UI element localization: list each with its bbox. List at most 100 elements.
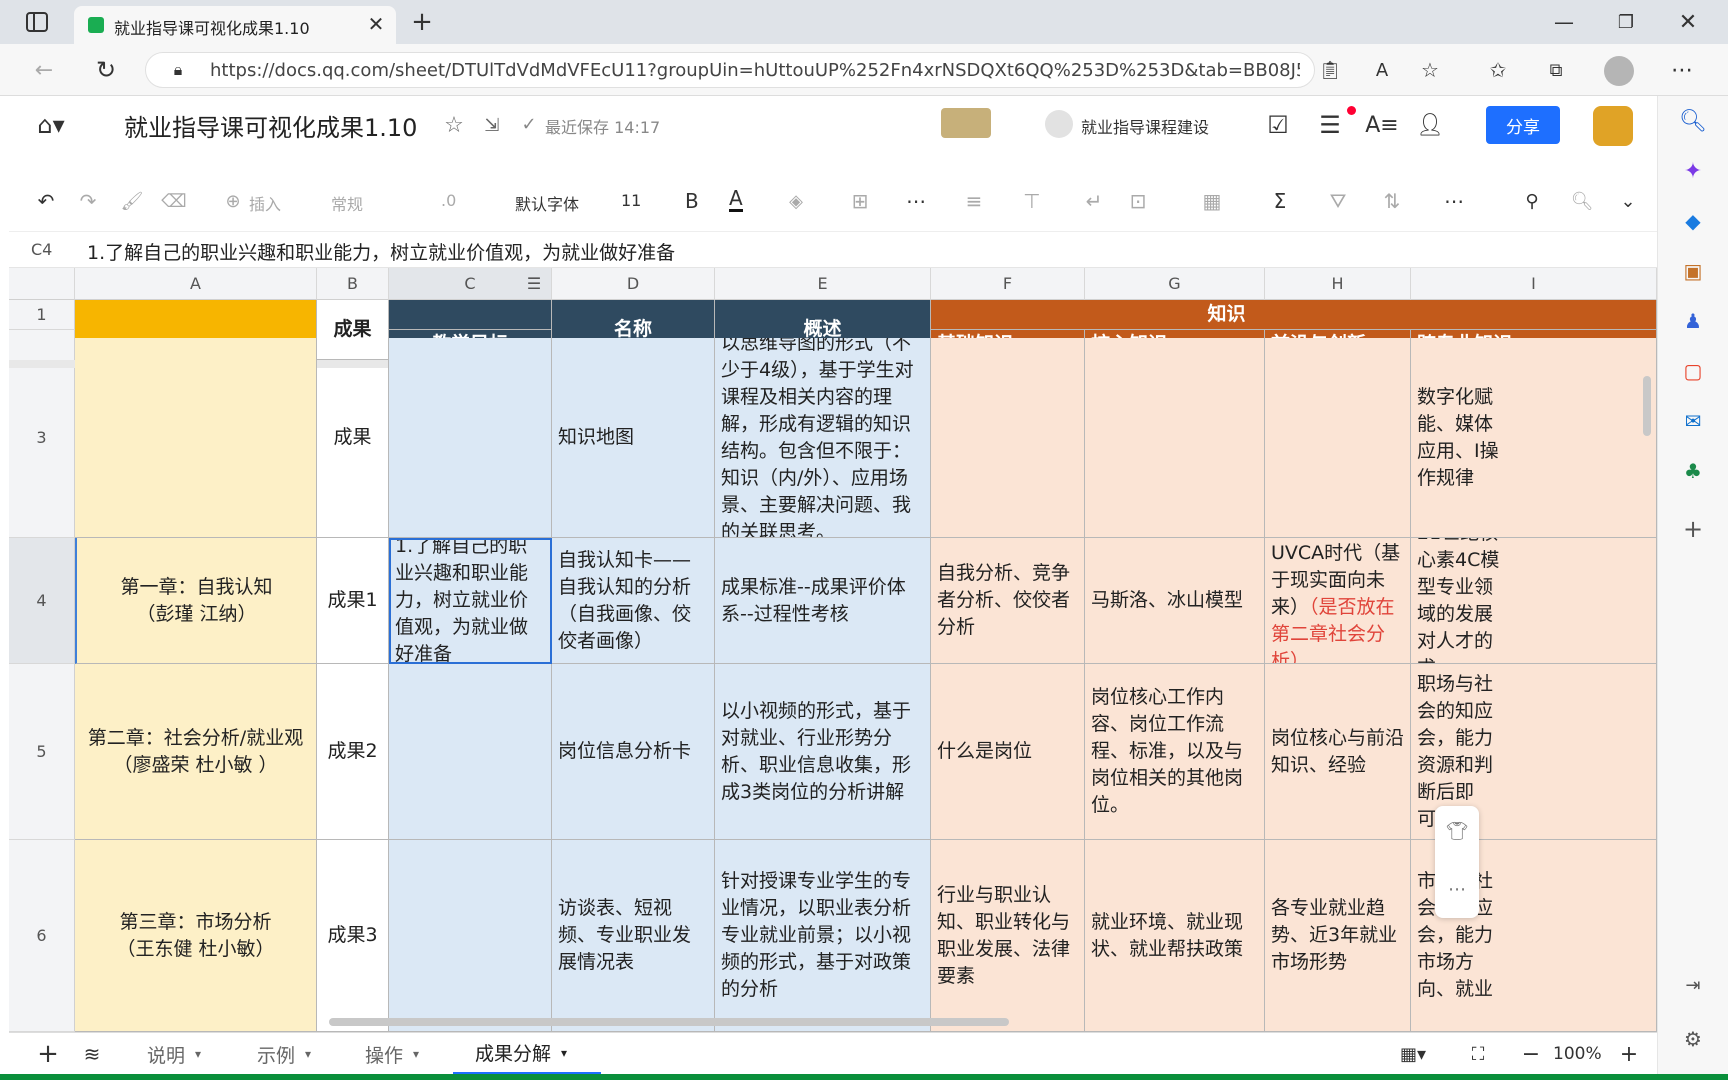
cell-f4[interactable]: 自我分析、竞争者分析、佼佼者分析 xyxy=(931,538,1085,664)
people-icon[interactable]: ♟ xyxy=(1678,306,1708,336)
favorites-icon[interactable]: ✩ xyxy=(1484,56,1512,84)
close-window-icon[interactable]: ✕ xyxy=(1674,8,1702,36)
font-color-button[interactable]: A xyxy=(729,187,743,212)
valign-icon[interactable]: ⊤ xyxy=(1019,188,1045,214)
cell-b4[interactable]: 成果1 xyxy=(317,538,389,664)
cell-d3[interactable]: 知识地图 xyxy=(552,338,715,538)
back-icon[interactable]: ← xyxy=(30,56,58,84)
decimal-stepper[interactable]: .0 xyxy=(441,191,456,210)
cell-reference[interactable]: C4 xyxy=(31,240,52,259)
collab-group-name[interactable]: 就业指导课程建设 xyxy=(1081,114,1209,138)
cell-g6[interactable]: 就业环境、就业现状、就业帮扶政策 xyxy=(1085,840,1265,1032)
row-header-1[interactable]: 1 xyxy=(9,300,75,330)
row-header-5[interactable]: 5 xyxy=(9,664,75,840)
row-header-4[interactable]: 4 xyxy=(9,538,75,664)
menu-icon[interactable]: ☰ xyxy=(1315,110,1345,140)
formula-input[interactable]: 1.了解自己的职业兴趣和职业能力，树立就业价值观，为就业做好准备 xyxy=(87,238,675,265)
fullscreen-icon[interactable]: ⛶ xyxy=(1465,1041,1491,1067)
collapse-toolbar-icon[interactable]: ⌄ xyxy=(1615,188,1641,214)
col-header-e[interactable]: E xyxy=(715,268,931,300)
redo-icon[interactable]: ↷ xyxy=(75,188,101,214)
col-header-h[interactable]: H xyxy=(1265,268,1411,300)
cell-e4[interactable]: 成果标准--成果评价体系--过程性考核 xyxy=(715,538,931,664)
font-family-select[interactable]: 默认字体 xyxy=(515,191,579,215)
profile-avatar[interactable] xyxy=(1604,56,1634,86)
text-format-icon[interactable]: A≡ xyxy=(1365,110,1399,140)
cell-h6[interactable]: 各专业就业趋势、近3年就业市场形势 xyxy=(1265,840,1411,1032)
sheet-tab-说明[interactable]: 说明 ▾ xyxy=(147,1033,201,1075)
star-icon[interactable]: ☆ xyxy=(441,112,467,138)
horizontal-scrollbar[interactable] xyxy=(329,1018,1009,1026)
cell-c6[interactable] xyxy=(389,840,552,1032)
user-avatar[interactable] xyxy=(1593,106,1633,146)
wrap-text-icon[interactable]: ↵ xyxy=(1081,188,1107,214)
zoom-level[interactable]: 100% xyxy=(1553,1044,1602,1064)
cell-c3[interactable] xyxy=(389,338,552,538)
doc-title[interactable]: 就业指导课可视化成果1.10 xyxy=(124,108,417,143)
cell-h4[interactable]: UVCA时代（基于现实面向未来）（是否放在第二章社会分析） xyxy=(1265,538,1411,664)
zoom-in-icon[interactable]: + xyxy=(1617,1041,1641,1067)
cell-a4[interactable]: 第一章：自我认知 （彭瑾 江纳） xyxy=(75,538,317,664)
cell-a5[interactable]: 第二章：社会分析/就业观 （廖盛荣 杜小敏 ） xyxy=(75,664,317,840)
cell-c5[interactable] xyxy=(389,664,552,840)
cell-b6[interactable]: 成果3 xyxy=(317,840,389,1032)
tab-actions-icon[interactable] xyxy=(24,10,50,34)
zoom-out-icon[interactable]: − xyxy=(1519,1041,1543,1067)
sidebar-toggle-icon[interactable]: ⇥ xyxy=(1678,970,1708,1000)
cell-e3[interactable]: 以思维导图的形式（不少于4级），基于学生对课程及相关内容的理解，形成有逻辑的知识… xyxy=(715,338,931,538)
cell-i3[interactable]: 数字化赋能、媒体应用、I操作规律 xyxy=(1411,338,1657,538)
more-icon[interactable]: ⋯ xyxy=(903,188,929,214)
col-header-f[interactable]: F xyxy=(931,268,1085,300)
insert-button[interactable]: 插入 xyxy=(249,191,281,215)
merge-cells-icon[interactable]: ⊡ xyxy=(1125,188,1151,214)
cell-g4[interactable]: 马斯洛、冰山模型 xyxy=(1085,538,1265,664)
borders-icon[interactable]: ⊞ xyxy=(847,188,873,214)
task-icon[interactable]: ☑ xyxy=(1263,110,1293,140)
cell-d5[interactable]: 岗位信息分析卡 xyxy=(552,664,715,840)
row-header-6[interactable]: 6 xyxy=(9,840,75,1032)
header-knowledge[interactable]: 知识 xyxy=(931,300,1657,330)
more-tools-icon[interactable]: ⋯ xyxy=(1441,188,1467,214)
add-sidebar-icon[interactable]: + xyxy=(1678,514,1708,544)
search-icon[interactable]: 🔍︎ xyxy=(1678,106,1708,136)
cell-f5[interactable]: 什么是岗位 xyxy=(931,664,1085,840)
shopping-icon[interactable]: ◆ xyxy=(1678,206,1708,236)
font-size-select[interactable]: 11 xyxy=(621,191,641,210)
col-header-d[interactable]: D xyxy=(552,268,715,300)
freeze-icon[interactable]: ⚲ xyxy=(1519,188,1545,214)
cell-d6[interactable]: 访谈表、短视频、专业职业发展情况表 xyxy=(552,840,715,1032)
tree-icon[interactable]: ♣ xyxy=(1678,456,1708,486)
table-style-icon[interactable]: ▦ xyxy=(1199,188,1225,214)
undo-icon[interactable]: ↶ xyxy=(33,188,59,214)
cell-f6[interactable]: 行业与职业认知、职业转化与职业发展、法律要素 xyxy=(931,840,1085,1032)
vertical-scrollbar[interactable] xyxy=(1643,376,1651,436)
cell-g3[interactable] xyxy=(1085,338,1265,538)
header-cell-c1[interactable] xyxy=(389,300,552,330)
cell-e5[interactable]: 以小视频的形式，基于对就业、行业形势分析、职业信息收集，形成3类岗位的分析讲解 xyxy=(715,664,931,840)
collaborator-avatars[interactable] xyxy=(941,108,991,138)
cell-b5[interactable]: 成果2 xyxy=(317,664,389,840)
settings-icon[interactable]: ⚙ xyxy=(1678,1024,1708,1054)
sheet-tab-示例[interactable]: 示例 ▾ xyxy=(257,1033,311,1075)
col-header-i[interactable]: I xyxy=(1411,268,1657,300)
number-format-select[interactable]: 常规 xyxy=(331,191,363,215)
sheet-list-icon[interactable]: ≋ xyxy=(79,1041,105,1067)
close-tab-icon[interactable]: ✕ xyxy=(364,12,388,36)
url-field[interactable]: 🔒︎ https://docs.qq.com/sheet/DTUlTdVdMdV… xyxy=(145,52,1315,88)
refresh-icon[interactable]: ↻ xyxy=(92,56,120,84)
col-header-a[interactable]: A xyxy=(75,268,317,300)
align-icon[interactable]: ≡ xyxy=(961,188,987,214)
floating-more-icon[interactable]: ⋯ xyxy=(1444,876,1470,902)
eraser-icon[interactable]: ⌫ xyxy=(161,188,187,214)
cell-i4[interactable]: 21世纪核心素4C模型专业领域的发展对人才的求 xyxy=(1411,538,1657,664)
cell-a6[interactable]: 第三章：市场分析 （王东健 杜小敏） xyxy=(75,840,317,1032)
cell-c4[interactable]: 1.了解自己的职业兴趣和职业能力，树立就业价值观，为就业做好准备 xyxy=(389,538,552,664)
fill-color-icon[interactable]: ◈ xyxy=(783,188,809,214)
filter-icon[interactable]: ⛛ xyxy=(1325,188,1351,214)
sheet-tab-成果分解[interactable]: 成果分解 ▾ xyxy=(453,1033,601,1075)
col-header-b[interactable]: B xyxy=(317,268,389,300)
sheet-tab-操作[interactable]: 操作 ▾ xyxy=(365,1033,419,1075)
minimize-icon[interactable]: — xyxy=(1550,8,1578,36)
office-icon[interactable]: ▢ xyxy=(1678,356,1708,386)
home-icon[interactable]: ⌂▾ xyxy=(29,110,73,140)
